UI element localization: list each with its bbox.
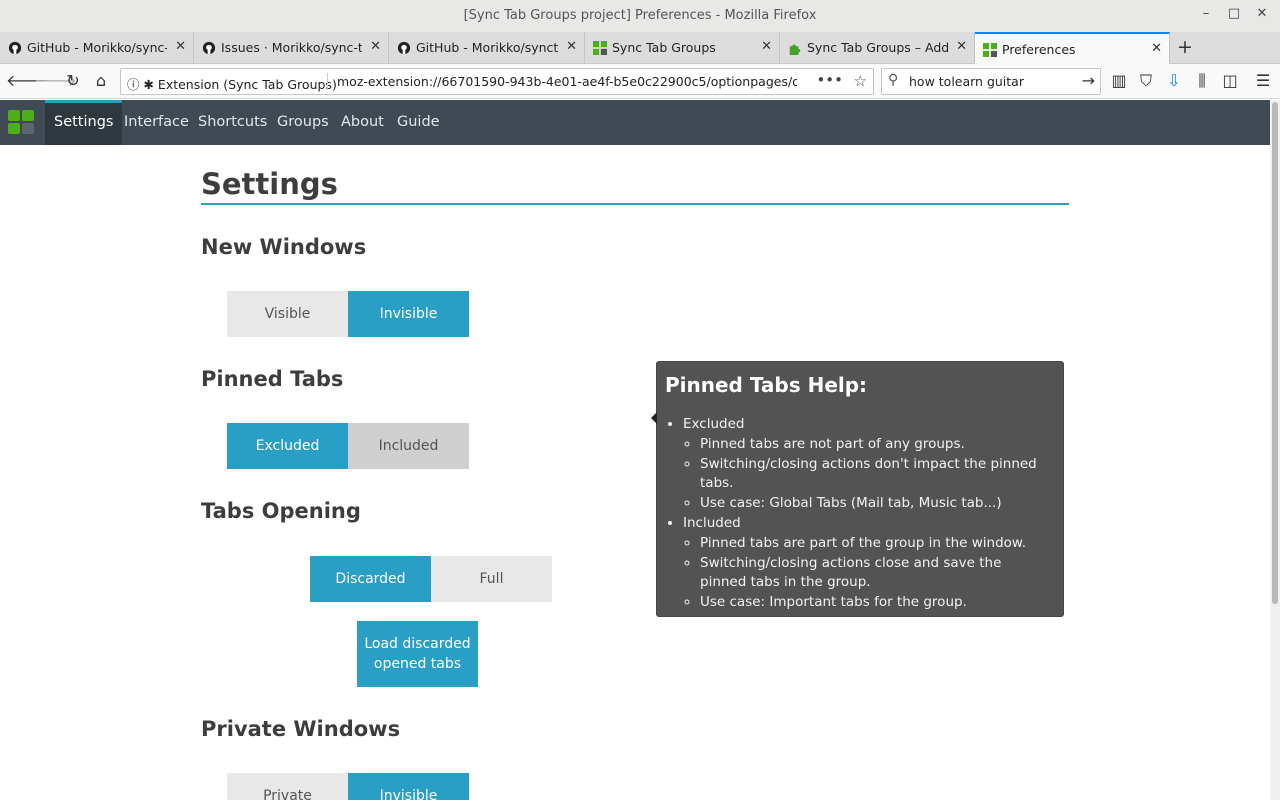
settings-page: Settings New Windows Visible Invisible P… [0, 145, 1270, 800]
window-titlebar: [Sync Tab Groups project] Preferences - … [0, 0, 1280, 32]
search-go-icon[interactable]: → [1082, 71, 1095, 90]
close-tab-icon[interactable]: ✕ [1151, 41, 1162, 56]
search-input[interactable]: how tolearn guitar [909, 74, 1024, 89]
browser-tab[interactable]: Sync Tab Groups ✕ [585, 32, 780, 64]
help-item: Included Pinned tabs are part of the gro… [683, 514, 1063, 613]
help-point: Switching/closing actions don't impact t… [700, 455, 1063, 495]
search-bar[interactable]: ⚲ how tolearn guitar → [881, 68, 1101, 95]
help-point: Pinned tabs are part of the group in the… [700, 534, 1043, 554]
pinned-tabs-help-tooltip: Pinned Tabs Help: Excluded Pinned tabs a… [651, 361, 1064, 617]
tooltip-arrow [651, 412, 657, 424]
menu-icon[interactable]: ☰ [1252, 70, 1274, 92]
bookmark-star-icon[interactable]: ☆ [854, 72, 867, 90]
nav-about[interactable]: About [332, 100, 393, 145]
close-tab-icon[interactable]: ✕ [761, 39, 772, 54]
load-discarded-tabs-button[interactable]: Load discarded opened tabs [357, 621, 478, 687]
close-tab-icon[interactable]: ✕ [370, 39, 381, 54]
maximize-button[interactable]: □ [1224, 6, 1244, 21]
close-window-button[interactable]: ✕ [1252, 6, 1272, 21]
github-icon [397, 41, 411, 55]
tab-label: GitHub - Morikko/sync-tab [27, 40, 167, 55]
tab-label: Sync Tab Groups [612, 40, 716, 55]
page-title: Settings [201, 167, 338, 201]
section-title-private-windows: Private Windows [201, 717, 401, 741]
extension-logo-icon [8, 110, 36, 136]
nav-interface[interactable]: Interface [115, 100, 198, 145]
sidebar-icon[interactable]: ◫ [1219, 70, 1241, 92]
help-point: Use case: Important tabs for the group. [700, 593, 1043, 613]
extension-logo-icon [593, 41, 607, 55]
page-scrollbar[interactable] [1270, 100, 1280, 800]
tab-strip: GitHub - Morikko/sync-tab ✕ Issues · Mor… [0, 32, 1280, 65]
help-title: Pinned Tabs Help: [665, 373, 868, 397]
title-divider [201, 203, 1069, 205]
nav-shortcuts[interactable]: Shortcuts [189, 100, 276, 145]
help-point: Switching/closing actions close and save… [700, 554, 1043, 594]
private-windows-invisible-button[interactable]: Invisible [348, 773, 469, 800]
home-button[interactable]: ⌂ [90, 70, 112, 92]
help-item-label: Excluded [683, 416, 745, 432]
back-button[interactable]: 🡐 [6, 70, 49, 92]
downloads-icon[interactable]: ⇩ [1163, 70, 1185, 92]
reload-button[interactable]: ↻ [62, 70, 84, 92]
tabs-opening-full-button[interactable]: Full [431, 556, 552, 602]
tab-label: Sync Tab Groups – Add-on [807, 40, 948, 55]
window-title: [Sync Tab Groups project] Preferences - … [463, 8, 817, 23]
search-icon: ⚲ [888, 72, 899, 88]
close-tab-icon[interactable]: ✕ [175, 39, 186, 54]
pinned-tabs-included-button[interactable]: Included [348, 423, 469, 469]
options-navbar: Settings Interface Shortcuts Groups Abou… [0, 100, 1270, 145]
help-list: Excluded Pinned tabs are not part of any… [683, 415, 1063, 613]
site-identity[interactable]: ⓘ ✱ Extension (Sync Tab Groups) [127, 74, 337, 93]
nav-settings[interactable]: Settings [45, 100, 123, 145]
browser-tab[interactable]: Sync Tab Groups – Add-on ✕ [780, 32, 975, 64]
library-books-icon[interactable]: ⫼ [1191, 70, 1213, 92]
section-title-new-windows: New Windows [201, 235, 367, 259]
library-icon[interactable]: ▥ [1108, 70, 1130, 92]
new-windows-visible-button[interactable]: Visible [227, 291, 348, 337]
scrollbar-thumb[interactable] [1272, 102, 1278, 604]
github-icon [202, 41, 216, 55]
tabs-opening-discarded-button[interactable]: Discarded [310, 556, 431, 602]
browser-tab-active[interactable]: Preferences ✕ [975, 32, 1170, 65]
tab-label: Issues · Morikko/sync-tab [221, 40, 362, 55]
nav-groups[interactable]: Groups [268, 100, 338, 145]
url-bar[interactable]: ⓘ ✱ Extension (Sync Tab Groups) moz-exte… [120, 68, 874, 95]
new-windows-invisible-button[interactable]: Invisible [348, 291, 469, 337]
bookmarks-icon[interactable]: ⛉ [1135, 70, 1157, 92]
addon-puzzle-icon [789, 44, 801, 55]
pinned-tabs-excluded-button[interactable]: Excluded [227, 423, 348, 469]
private-windows-private-button[interactable]: Private [227, 773, 348, 800]
minimize-button[interactable]: – [1196, 6, 1216, 21]
navigation-toolbar: 🡐 🡒 ↻ ⌂ ⓘ ✱ Extension (Sync Tab Groups) … [0, 64, 1280, 99]
extension-logo-icon [983, 43, 997, 57]
help-point: Pinned tabs are not part of any groups. [700, 435, 1063, 455]
browser-tab[interactable]: Issues · Morikko/sync-tab ✕ [194, 32, 389, 64]
new-tab-button[interactable]: + [1175, 36, 1195, 58]
help-item: Excluded Pinned tabs are not part of any… [683, 415, 1063, 514]
browser-tab[interactable]: GitHub - Morikko/synctab ✕ [389, 32, 585, 64]
github-icon [8, 41, 22, 55]
page-actions-icon[interactable]: ••• [816, 71, 843, 89]
forward-button[interactable]: 🡒 [34, 70, 77, 92]
nav-guide[interactable]: Guide [388, 100, 449, 145]
tab-label: GitHub - Morikko/synctab [416, 40, 558, 55]
browser-tab[interactable]: GitHub - Morikko/sync-tab ✕ [0, 32, 194, 64]
close-tab-icon[interactable]: ✕ [956, 39, 967, 54]
section-title-tabs-opening: Tabs Opening [201, 499, 361, 523]
help-point: Use case: Global Tabs (Mail tab, Music t… [700, 494, 1063, 514]
help-item-label: Included [683, 514, 741, 531]
close-tab-icon[interactable]: ✕ [566, 39, 577, 54]
url-text[interactable]: moz-extension://66701590-943b-4e01-ae4f-… [337, 74, 797, 89]
url-separator [327, 73, 328, 90]
section-title-pinned-tabs: Pinned Tabs [201, 367, 344, 391]
tab-label: Preferences [1002, 42, 1076, 57]
